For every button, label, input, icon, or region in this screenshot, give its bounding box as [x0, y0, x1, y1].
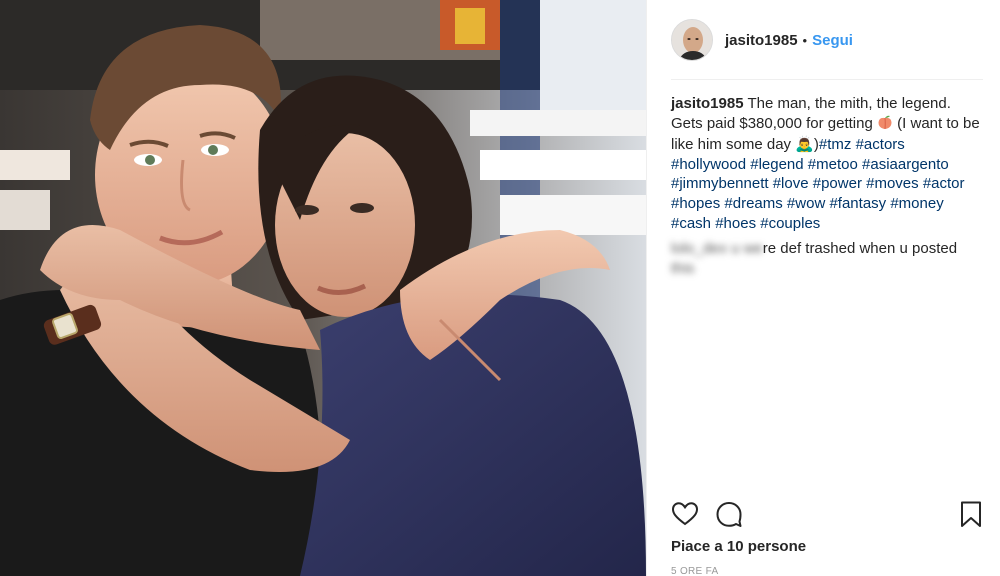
- comment-text-blurred-prefix: u we: [731, 240, 763, 258]
- hashtag[interactable]: #dreams: [724, 195, 782, 212]
- hashtag[interactable]: #power: [813, 175, 862, 192]
- caption-emoji-2: 🙇‍♂️: [795, 136, 814, 154]
- post-timestamp[interactable]: 5 ORE FA: [671, 566, 718, 576]
- hashtag[interactable]: #hopes: [671, 195, 720, 212]
- hashtag[interactable]: #tmz: [819, 136, 852, 153]
- comment-text-blurred-line2: this: [671, 259, 695, 277]
- header-divider: [671, 79, 983, 80]
- comment-text: re def trashed when u posted: [762, 240, 958, 258]
- hashtag[interactable]: #hoes: [715, 215, 756, 232]
- post-actions: [671, 500, 987, 530]
- heart-outline-icon[interactable]: [671, 500, 699, 530]
- hashtag[interactable]: #fantasy: [829, 195, 886, 212]
- hashtag[interactable]: #jimmybennett: [671, 175, 769, 192]
- avatar[interactable]: [671, 19, 713, 61]
- follow-button[interactable]: Segui: [812, 32, 853, 49]
- post-header: jasito1985 • Segui: [671, 16, 983, 64]
- hashtag[interactable]: #actor: [923, 175, 965, 192]
- hashtag[interactable]: #cash: [671, 215, 711, 232]
- photo-illustration: [0, 0, 646, 576]
- hashtag[interactable]: #money: [890, 195, 943, 212]
- post-sidebar: jasito1985 • Segui jasito1985 The man, t…: [646, 0, 1000, 576]
- hashtag[interactable]: #hollywood: [671, 156, 746, 173]
- comments-section: jasito1985 The man, the mith, the legend…: [671, 94, 983, 278]
- caption-username[interactable]: jasito1985: [671, 95, 744, 112]
- hashtag[interactable]: #love: [773, 175, 809, 192]
- post-photo[interactable]: [0, 0, 646, 576]
- post-caption: jasito1985 The man, the mith, the legend…: [671, 95, 980, 232]
- hashtag[interactable]: #metoo: [808, 156, 858, 173]
- comment-item: lolo_dex u were def trashed when u poste…: [671, 239, 983, 278]
- avatar-image: [672, 20, 712, 60]
- bookmark-icon[interactable]: [957, 500, 985, 530]
- hashtag[interactable]: #legend: [750, 156, 803, 173]
- likes-count[interactable]: Piace a 10 persone: [671, 538, 806, 555]
- hashtag[interactable]: #couples: [760, 215, 820, 232]
- comment-username-blurred: lolo_dex: [671, 240, 727, 258]
- header-separator: •: [802, 32, 808, 48]
- hashtag[interactable]: #wow: [787, 195, 825, 212]
- peach-emoji-icon: [877, 115, 893, 136]
- comment-bubble-icon[interactable]: [715, 500, 743, 530]
- hashtag[interactable]: #moves: [866, 175, 919, 192]
- header-username[interactable]: jasito1985: [725, 32, 798, 49]
- hashtag[interactable]: #asiaargento: [862, 156, 949, 173]
- hashtag[interactable]: #actors: [856, 136, 905, 153]
